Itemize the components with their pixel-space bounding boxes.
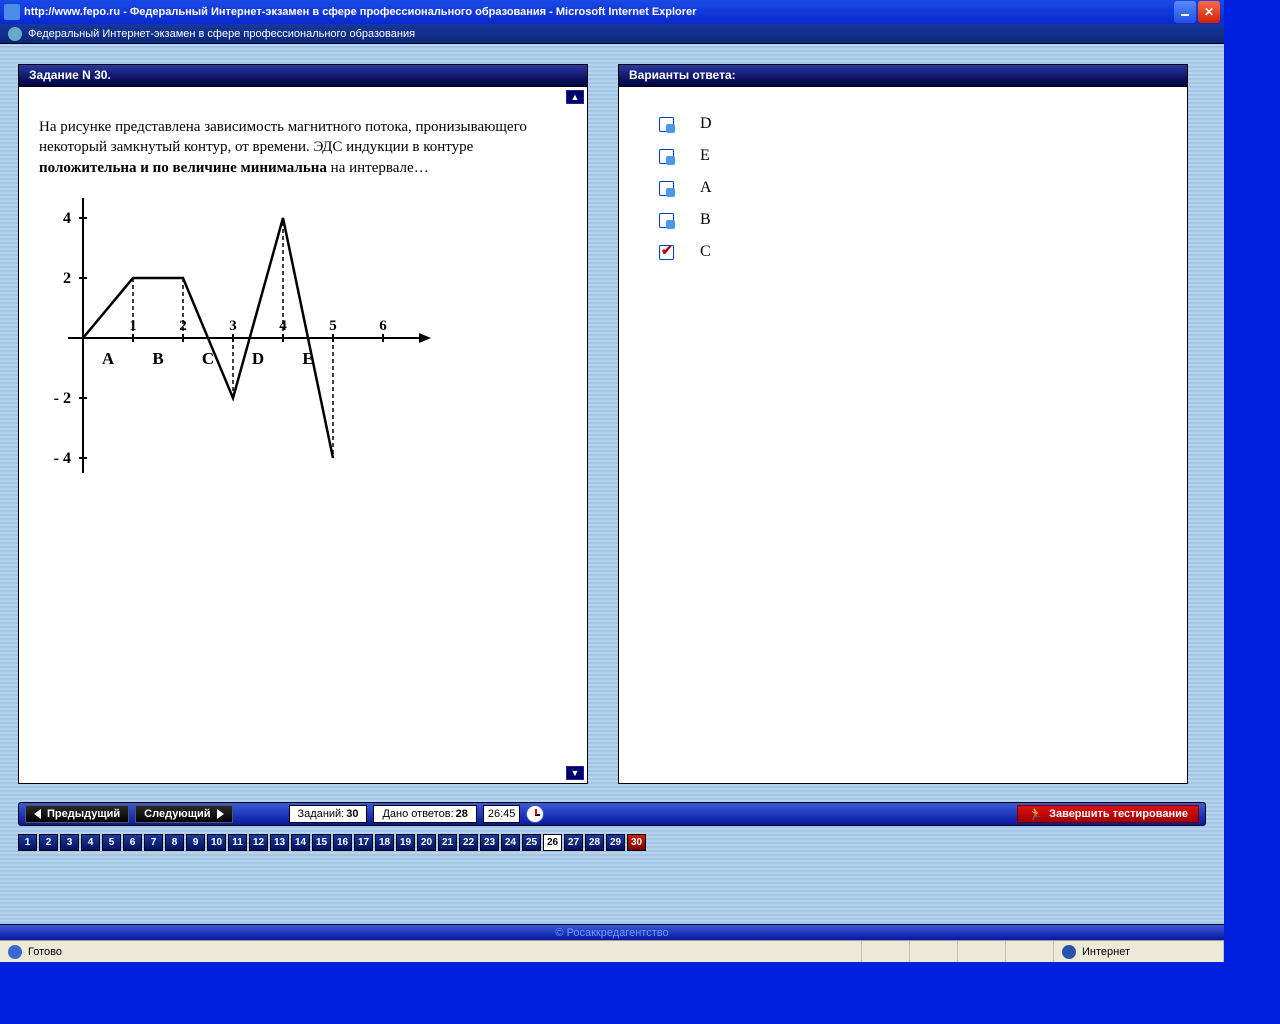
question-header: Задание N 30.: [19, 65, 587, 87]
question-nav-26[interactable]: 26: [543, 834, 562, 851]
question-nav-23[interactable]: 23: [480, 834, 499, 851]
ie-icon: [4, 4, 20, 20]
page-icon: [8, 27, 22, 41]
answer-label: C: [700, 243, 711, 261]
answer-option-D[interactable]: D: [659, 115, 1147, 133]
question-nav-5[interactable]: 5: [102, 834, 121, 851]
content-area: Задание N 30. ▲ ▼ На рисунке представлен…: [0, 44, 1224, 924]
tab-title: Федеральный Интернет-экзамен в сфере про…: [28, 28, 415, 40]
finish-button[interactable]: 🏃Завершить тестирование: [1017, 805, 1199, 823]
zone-icon: [1062, 945, 1076, 959]
question-nav-19[interactable]: 19: [396, 834, 415, 851]
question-nav-22[interactable]: 22: [459, 834, 478, 851]
question-nav-16[interactable]: 16: [333, 834, 352, 851]
svg-text:D: D: [252, 349, 264, 368]
question-nav-15[interactable]: 15: [312, 834, 331, 851]
scroll-up-button[interactable]: ▲: [566, 90, 584, 104]
question-number-nav: 1234567891011121314151617181920212223242…: [18, 834, 1206, 851]
question-nav-29[interactable]: 29: [606, 834, 625, 851]
answer-option-A[interactable]: A: [659, 179, 1147, 197]
answers-body: DEABC: [619, 87, 1187, 783]
question-nav-18[interactable]: 18: [375, 834, 394, 851]
question-text: На рисунке представлена зависимость магн…: [19, 87, 587, 514]
checkbox-icon[interactable]: [659, 181, 674, 196]
status-ready: Готово: [0, 941, 862, 962]
question-text-part2: на интервале…: [327, 160, 429, 176]
answer-label: A: [700, 179, 712, 197]
svg-text:4: 4: [63, 210, 71, 227]
svg-text:- 2: - 2: [54, 390, 71, 407]
svg-text:3: 3: [229, 318, 237, 334]
runner-icon: 🏃: [1028, 807, 1043, 821]
window-title: http://www.fepo.ru - Федеральный Интерне…: [24, 6, 1172, 18]
svg-text:- 4: - 4: [54, 450, 71, 467]
question-nav-2[interactable]: 2: [39, 834, 58, 851]
answer-option-C[interactable]: C: [659, 243, 1147, 261]
question-nav-14[interactable]: 14: [291, 834, 310, 851]
svg-text:C: C: [202, 349, 214, 368]
question-nav-13[interactable]: 13: [270, 834, 289, 851]
question-nav-3[interactable]: 3: [60, 834, 79, 851]
svg-text:2: 2: [63, 270, 71, 287]
answer-label: E: [700, 147, 710, 165]
question-nav-10[interactable]: 10: [207, 834, 226, 851]
scroll-down-button[interactable]: ▼: [566, 766, 584, 780]
timer-box: 26:45: [483, 805, 521, 823]
question-nav-30[interactable]: 30: [627, 834, 646, 851]
question-nav-6[interactable]: 6: [123, 834, 142, 851]
window-titlebar: http://www.fepo.ru - Федеральный Интерне…: [0, 0, 1224, 24]
question-panel: Задание N 30. ▲ ▼ На рисунке представлен…: [18, 64, 588, 784]
browser-statusbar: Готово Интернет: [0, 940, 1224, 962]
question-nav-9[interactable]: 9: [186, 834, 205, 851]
question-nav-8[interactable]: 8: [165, 834, 184, 851]
checkbox-icon[interactable]: [659, 213, 674, 228]
answers-panel: Варианты ответа: DEABC: [618, 64, 1188, 784]
question-body: ▲ ▼ На рисунке представлена зависимость …: [19, 87, 587, 783]
minimize-button[interactable]: [1174, 1, 1196, 23]
page-status-icon: [8, 945, 22, 959]
question-nav-7[interactable]: 7: [144, 834, 163, 851]
answer-label: B: [700, 211, 711, 229]
clock-icon: [526, 805, 544, 823]
checkbox-icon[interactable]: [659, 117, 674, 132]
svg-text:6: 6: [379, 318, 387, 334]
checkbox-icon[interactable]: [659, 149, 674, 164]
question-nav-24[interactable]: 24: [501, 834, 520, 851]
question-nav-1[interactable]: 1: [18, 834, 37, 851]
question-nav-27[interactable]: 27: [564, 834, 583, 851]
question-nav-20[interactable]: 20: [417, 834, 436, 851]
checkbox-checked-icon[interactable]: [659, 245, 674, 260]
answer-option-E[interactable]: E: [659, 147, 1147, 165]
question-nav-25[interactable]: 25: [522, 834, 541, 851]
flux-chart: - 4- 224123456ABCDEФ, Вбt, c: [33, 198, 433, 478]
answer-label: D: [700, 115, 712, 133]
next-button[interactable]: Следующий: [135, 805, 232, 823]
svg-text:5: 5: [329, 318, 337, 334]
question-text-bold: положительна и по величине минимальна: [39, 160, 327, 176]
question-nav-11[interactable]: 11: [228, 834, 247, 851]
answer-option-B[interactable]: B: [659, 211, 1147, 229]
browser-tabbar: Федеральный Интернет-экзамен в сфере про…: [0, 24, 1224, 44]
svg-text:E: E: [302, 349, 313, 368]
question-nav-4[interactable]: 4: [81, 834, 100, 851]
status-zone: Интернет: [1054, 941, 1224, 962]
footer-credit: © Росаккредагентство: [0, 924, 1224, 940]
answered-count-box: Дано ответов:28: [373, 805, 476, 823]
answers-header: Варианты ответа:: [619, 65, 1187, 87]
question-text-part1: На рисунке представлена зависимость магн…: [39, 119, 527, 155]
svg-text:B: B: [152, 349, 163, 368]
question-nav-12[interactable]: 12: [249, 834, 268, 851]
close-button[interactable]: [1198, 1, 1220, 23]
bottom-bar: Предыдущий Следующий Заданий: 30 Дано от…: [18, 802, 1206, 826]
question-nav-17[interactable]: 17: [354, 834, 373, 851]
prev-button[interactable]: Предыдущий: [25, 805, 129, 823]
tasks-count-box: Заданий: 30: [289, 805, 368, 823]
question-nav-28[interactable]: 28: [585, 834, 604, 851]
question-nav-21[interactable]: 21: [438, 834, 457, 851]
svg-text:A: A: [102, 349, 115, 368]
